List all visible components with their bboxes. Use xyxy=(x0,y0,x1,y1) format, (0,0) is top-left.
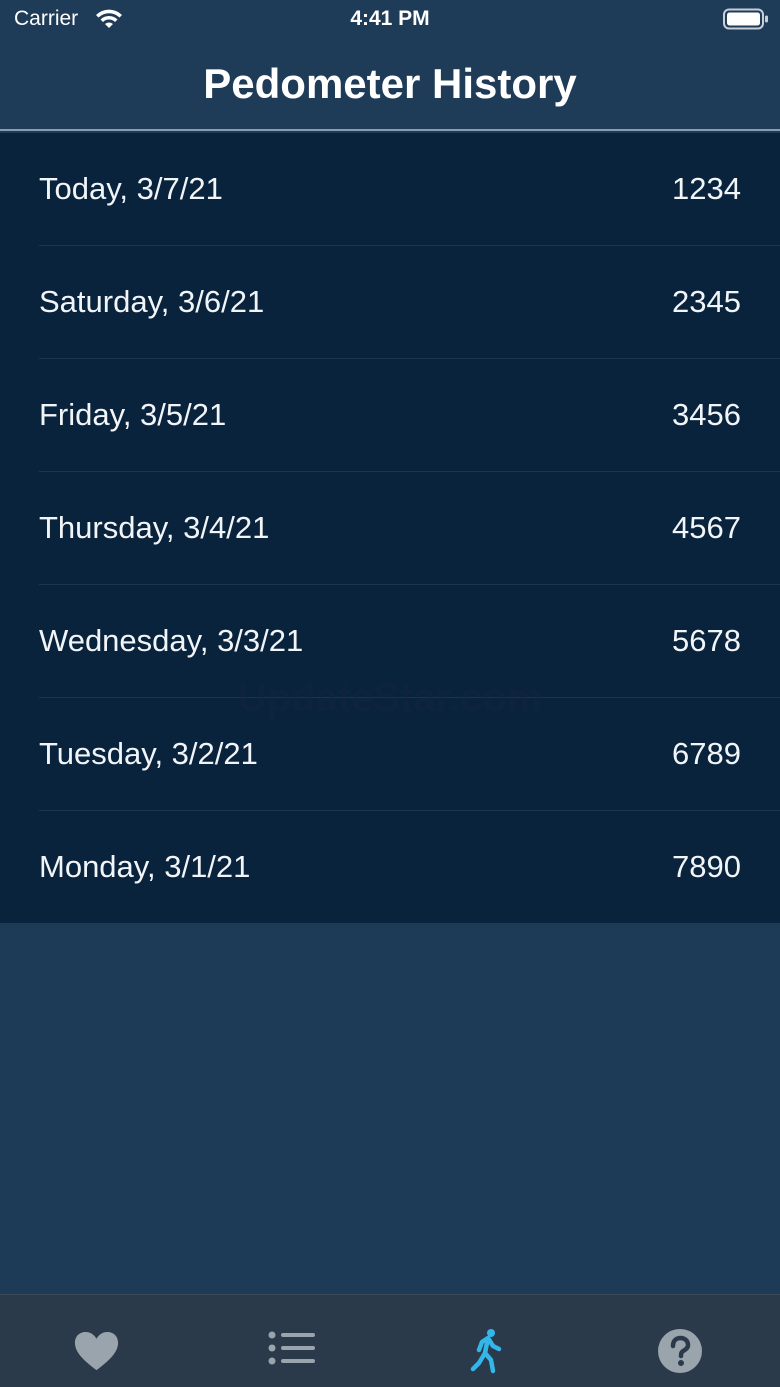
row-steps: 4567 xyxy=(672,510,741,545)
tab-heart[interactable] xyxy=(0,1295,195,1387)
row-date: Tuesday, 3/2/21 xyxy=(39,736,258,771)
row-steps: 5678 xyxy=(672,623,741,658)
list-item[interactable]: Friday, 3/5/21 3456 xyxy=(0,359,780,472)
tab-pedometer[interactable] xyxy=(390,1295,585,1387)
status-time: 4:41 PM xyxy=(350,7,430,30)
pedometer-history-list[interactable]: Today, 3/7/21 1234 Saturday, 3/6/21 2345… xyxy=(0,133,780,923)
row-steps: 2345 xyxy=(672,284,741,319)
row-date: Monday, 3/1/21 xyxy=(39,849,251,884)
navigation-bar: Pedometer History xyxy=(0,44,780,131)
list-item[interactable]: Today, 3/7/21 1234 xyxy=(0,133,780,246)
list-icon xyxy=(268,1331,315,1365)
tab-help[interactable] xyxy=(585,1295,780,1387)
heart-icon xyxy=(74,1331,119,1371)
list-item[interactable]: Saturday, 3/6/21 2345 xyxy=(0,246,780,359)
battery-icon xyxy=(723,8,768,30)
list-item[interactable]: Tuesday, 3/2/21 6789 xyxy=(0,698,780,811)
row-date: Friday, 3/5/21 xyxy=(39,397,227,432)
tab-bar xyxy=(0,1294,780,1387)
row-date: Saturday, 3/6/21 xyxy=(39,284,265,319)
row-steps: 1234 xyxy=(672,171,741,206)
row-date: Thursday, 3/4/21 xyxy=(39,510,270,545)
row-steps: 6789 xyxy=(672,736,741,771)
row-date: Wednesday, 3/3/21 xyxy=(39,623,304,658)
list-item[interactable]: Thursday, 3/4/21 4567 xyxy=(0,472,780,585)
row-steps: 7890 xyxy=(672,849,741,884)
walking-figure-icon xyxy=(470,1329,502,1374)
row-steps: 3456 xyxy=(672,397,741,432)
status-bar: Carrier 4:41 PM xyxy=(0,0,780,44)
list-item[interactable]: Monday, 3/1/21 7890 xyxy=(0,811,780,924)
help-icon xyxy=(658,1329,702,1373)
row-date: Today, 3/7/21 xyxy=(39,171,223,206)
tab-list[interactable] xyxy=(195,1295,390,1387)
page-title: Pedometer History xyxy=(203,60,577,107)
list-item[interactable]: Wednesday, 3/3/21 5678 xyxy=(0,585,780,698)
